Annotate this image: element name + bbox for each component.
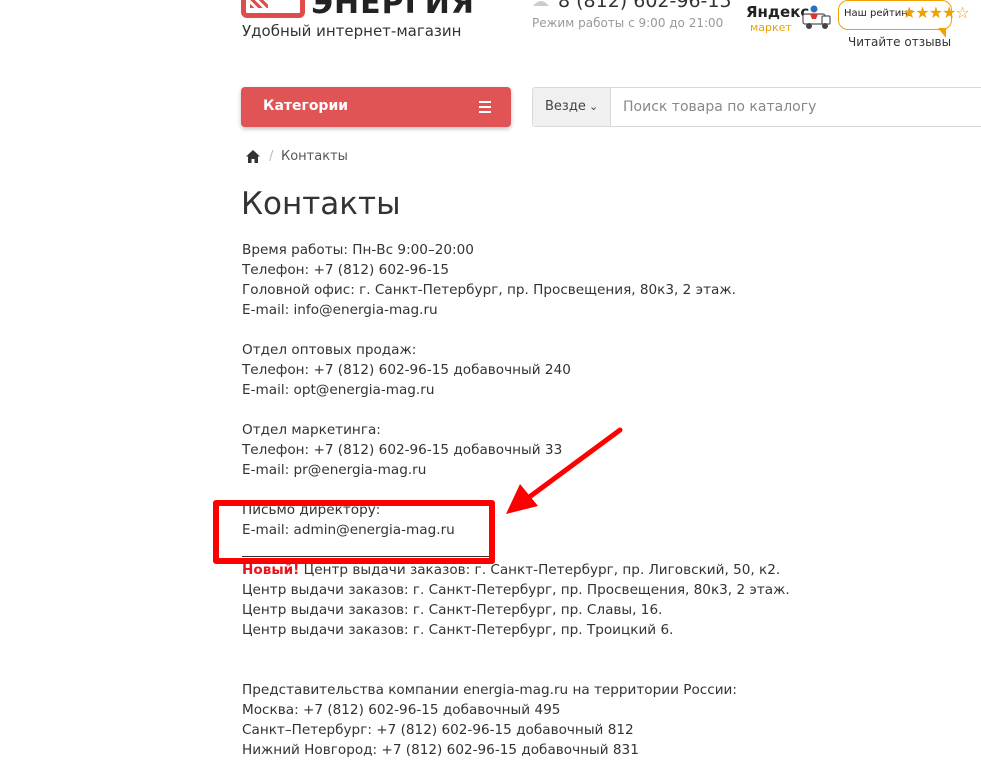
regions-heading: Представительства компании energia-mag.r… bbox=[242, 682, 737, 698]
rating-badge[interactable]: Наш рейтинг ★★★★☆ bbox=[838, 0, 970, 30]
menu-icon bbox=[479, 101, 491, 113]
delivery-van-icon bbox=[802, 5, 831, 29]
categories-button[interactable]: Категории bbox=[241, 87, 511, 127]
annotation-arrow-icon bbox=[506, 427, 623, 514]
page-title: Контакты bbox=[241, 186, 401, 222]
pickup-line: Центр выдачи заказов: г. Санкт-Петербург… bbox=[242, 602, 663, 618]
search-scope-dropdown[interactable]: Везде ⌄ bbox=[533, 88, 611, 126]
pickup-address: Центр выдачи заказов: г. Санкт-Петербург… bbox=[299, 562, 781, 578]
reviews-link[interactable]: Читайте отзывы bbox=[848, 35, 951, 49]
breadcrumb-current: Контакты bbox=[281, 149, 348, 164]
work-hours-line: Время работы: Пн-Вс 9:00–20:00 bbox=[242, 242, 474, 258]
search-scope-label: Везде bbox=[545, 99, 586, 114]
header-phone[interactable]: 8 (812) 602-96-15 bbox=[558, 0, 732, 12]
info-email-line[interactable]: E-mail: info@energia-mag.ru bbox=[242, 300, 942, 320]
logo-icon[interactable] bbox=[241, 0, 305, 18]
highlight-box bbox=[213, 500, 495, 564]
working-hours: Режим работы с 9:00 до 21:00 bbox=[532, 16, 724, 30]
region-line: Нижний Новгород: +7 (812) 602-96-15 доба… bbox=[242, 742, 639, 758]
logo-text[interactable]: ЭНЕРГИЯ bbox=[311, 0, 475, 21]
rating-stars: ★★★★☆ bbox=[902, 3, 970, 22]
search-bar: Везде ⌄ bbox=[532, 87, 981, 127]
wholesale-heading: Отдел оптовых продаж: bbox=[242, 342, 417, 358]
wholesale-phone-line: Телефон: +7 (812) 602-96-15 добавочный 2… bbox=[242, 362, 571, 378]
breadcrumb-separator: / bbox=[269, 149, 274, 164]
region-line: Москва: +7 (812) 602-96-15 добавочный 49… bbox=[242, 702, 561, 718]
categories-label: Категории bbox=[263, 98, 349, 114]
new-badge: Новый! bbox=[242, 562, 300, 578]
pickup-line: Центр выдачи заказов: г. Санкт-Петербург… bbox=[242, 622, 674, 638]
yandex-market-label: маркет bbox=[750, 21, 792, 34]
wholesale-email-line[interactable]: E-mail: opt@energia-mag.ru bbox=[242, 380, 942, 400]
home-icon[interactable] bbox=[246, 150, 260, 163]
office-address-line: Головной офис: г. Санкт-Петербург, пр. П… bbox=[242, 282, 736, 298]
phone-icon bbox=[533, 1, 549, 6]
chevron-down-icon: ⌄ bbox=[589, 100, 599, 113]
main-phone-line: Телефон: +7 (812) 602-96-15 bbox=[242, 262, 450, 278]
search-input[interactable] bbox=[611, 88, 981, 126]
tagline: Удобный интернет-магазин bbox=[242, 22, 462, 40]
region-line: Санкт–Петербург: +7 (812) 602-96-15 доба… bbox=[242, 722, 634, 738]
pickup-line: Центр выдачи заказов: г. Санкт-Петербург… bbox=[242, 582, 790, 598]
